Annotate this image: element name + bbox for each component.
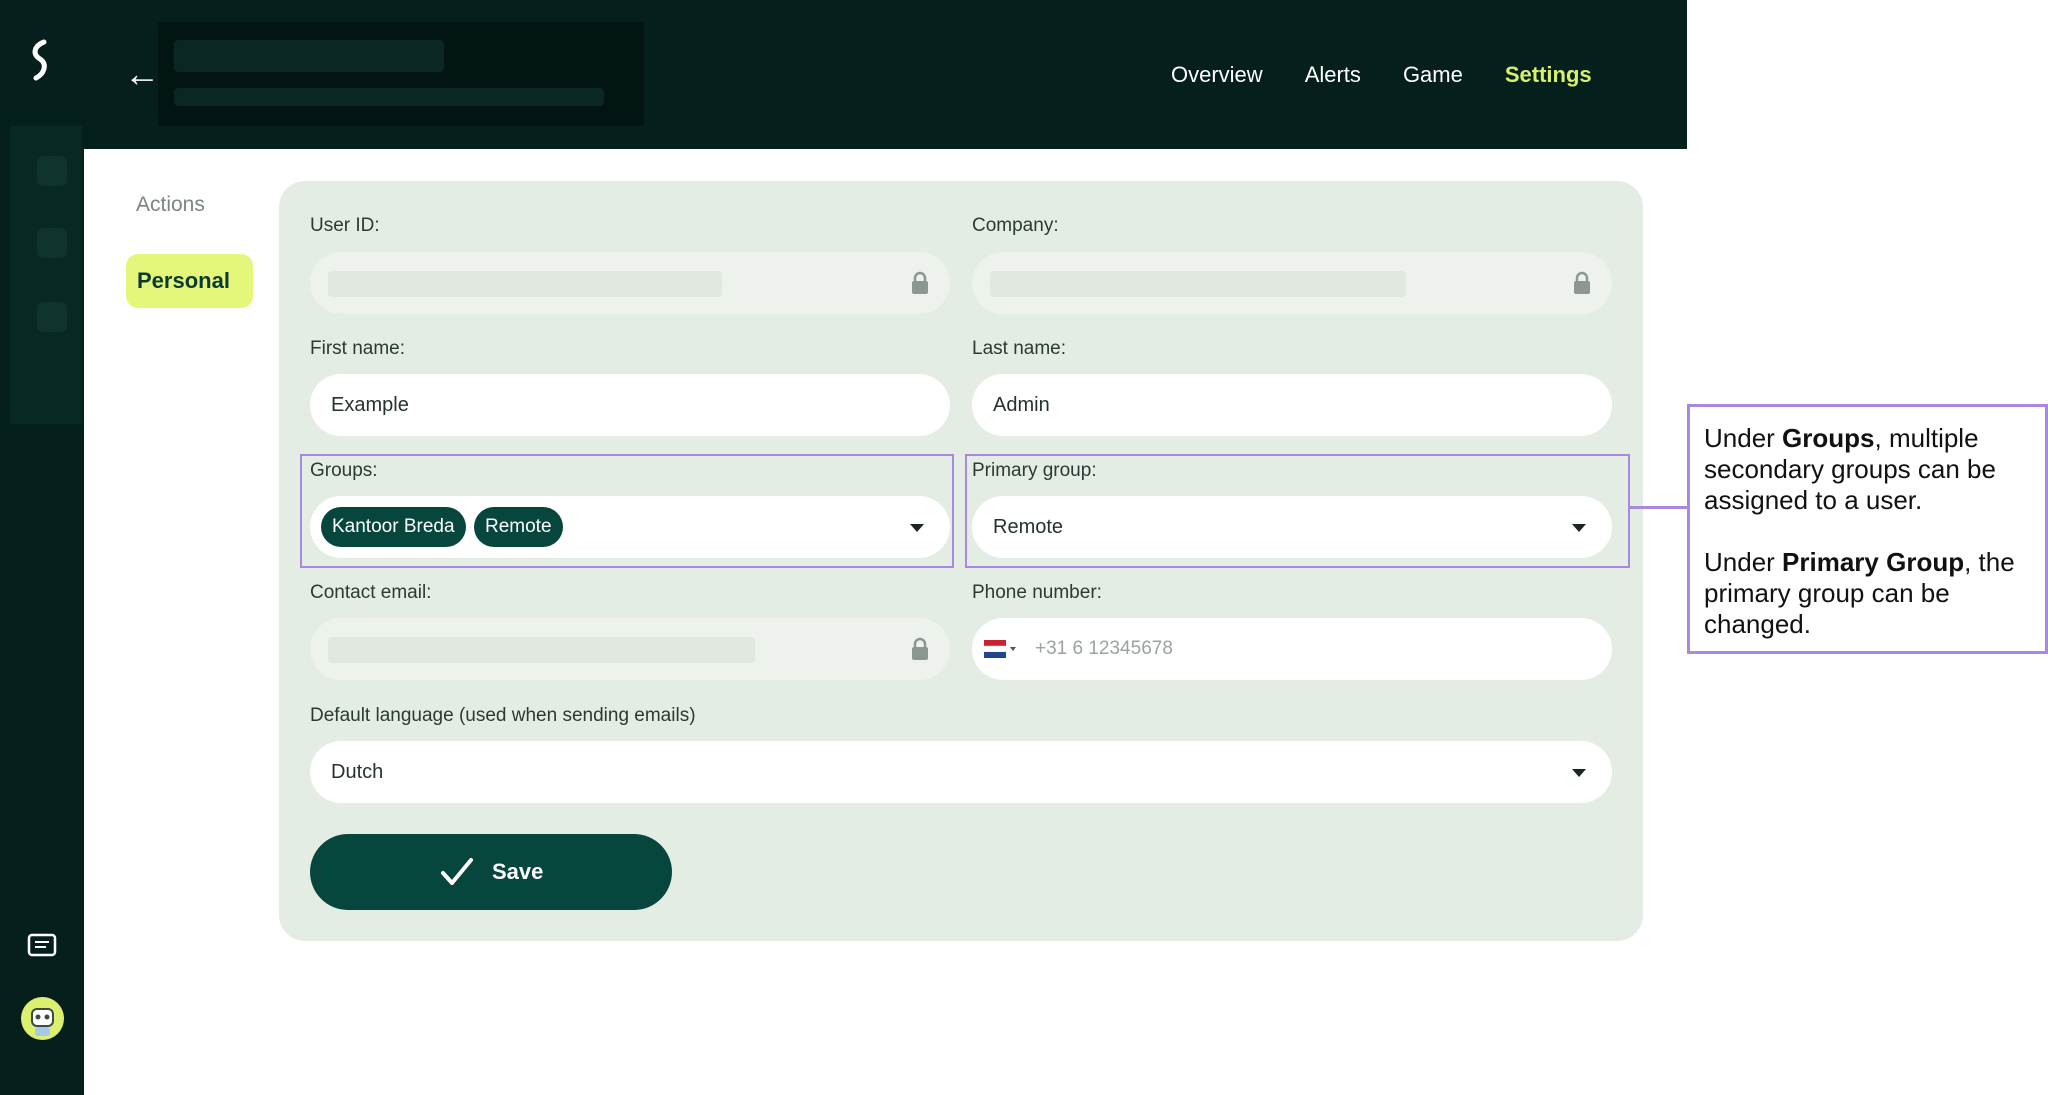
annotation-callout: Under Groups, multiple secondary groups … — [1687, 404, 2048, 654]
callout-connector-line — [1628, 506, 1687, 509]
phone-placeholder: +31 6 12345678 — [1035, 638, 1173, 659]
nav-game[interactable]: Game — [1403, 54, 1463, 96]
checkmark-icon — [441, 858, 473, 885]
default-language-label: Default language (used when sending emai… — [310, 705, 696, 726]
phone-number-input[interactable]: +31 6 12345678 — [972, 618, 1612, 680]
user-id-field — [310, 252, 950, 314]
obscured-nav-panel — [10, 126, 82, 424]
company-field — [972, 252, 1612, 314]
last-name-value: Admin — [993, 394, 1050, 416]
callout-text: Under — [1704, 547, 1783, 577]
contact-email-label: Contact email: — [310, 582, 432, 603]
nav-overview[interactable]: Overview — [1171, 54, 1263, 96]
first-name-input[interactable]: Example — [310, 374, 950, 436]
top-header: ← Overview Alerts Game Settings — [84, 0, 1687, 149]
netherlands-flag-icon[interactable] — [984, 640, 1020, 658]
obscured-contact-email — [328, 637, 755, 663]
top-nav: Overview Alerts Game Settings — [1171, 54, 1592, 96]
back-arrow-icon[interactable]: ← — [124, 52, 160, 96]
app-logo-icon[interactable] — [22, 38, 62, 84]
groups-highlight-box — [300, 454, 954, 568]
primary-group-highlight-box — [965, 454, 1630, 568]
last-name-label: Last name: — [972, 338, 1066, 359]
left-rail — [0, 0, 84, 1095]
lock-icon — [912, 271, 928, 294]
default-language-value: Dutch — [331, 761, 384, 783]
phone-number-label: Phone number: — [972, 582, 1102, 603]
user-avatar[interactable] — [21, 997, 64, 1040]
obscured-company — [990, 271, 1406, 297]
user-id-label: User ID: — [310, 215, 380, 236]
robot-avatar-icon — [31, 1008, 54, 1036]
chevron-down-icon[interactable] — [1572, 769, 1586, 777]
company-label: Company: — [972, 215, 1059, 236]
lock-icon — [1574, 271, 1590, 294]
nav-settings[interactable]: Settings — [1505, 54, 1592, 96]
first-name-value: Example — [331, 394, 409, 416]
lock-icon — [912, 637, 928, 660]
actions-heading: Actions — [136, 193, 205, 216]
callout-bold-groups: Groups — [1782, 423, 1875, 453]
default-language-select[interactable]: Dutch — [310, 741, 1612, 803]
save-button[interactable]: Save — [310, 834, 672, 910]
obscured-user-title — [158, 22, 644, 126]
nav-icon-3[interactable] — [37, 302, 67, 332]
callout-text: Under — [1704, 423, 1783, 453]
first-name-label: First name: — [310, 338, 406, 359]
callout-bold-primary-group: Primary Group — [1782, 547, 1965, 577]
last-name-input[interactable]: Admin — [972, 374, 1612, 436]
nav-icon-1[interactable] — [37, 156, 67, 186]
contact-email-field — [310, 618, 950, 680]
nav-icon-2[interactable] — [37, 228, 67, 258]
obscured-user-id — [328, 271, 722, 297]
callout-paragraph-groups: Under Groups, multiple secondary groups … — [1704, 423, 2031, 516]
save-label: Save — [492, 859, 544, 884]
callout-paragraph-primary-group: Under Primary Group, the primary group c… — [1704, 547, 2031, 640]
nav-alerts[interactable]: Alerts — [1305, 54, 1361, 96]
message-icon[interactable] — [26, 932, 58, 960]
personal-tab[interactable]: Personal — [126, 254, 253, 308]
